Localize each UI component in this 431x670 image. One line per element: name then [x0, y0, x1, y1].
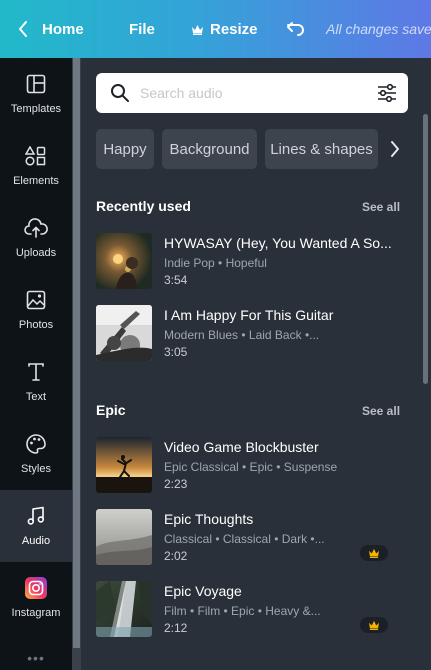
search-box: [96, 73, 408, 113]
templates-icon: [26, 73, 46, 95]
sidebar-item-styles[interactable]: Styles: [0, 418, 72, 490]
resize-button[interactable]: Resize: [191, 0, 258, 58]
see-all-recently-used[interactable]: See all: [362, 200, 400, 214]
track-meta: Modern Blues • Laid Back •...: [164, 328, 320, 342]
top-bar: Home File Resize All changes saved: [0, 0, 431, 58]
undo-button[interactable]: [286, 0, 306, 58]
sidebar-item-templates[interactable]: Templates: [0, 58, 72, 130]
sidebar-item-photos[interactable]: Photos: [0, 274, 72, 346]
track-title: Epic Thoughts: [164, 511, 254, 527]
see-all-epic[interactable]: See all: [362, 404, 400, 418]
elements-icon: [25, 145, 47, 167]
category-chips: Happy Background Lines & shapes: [96, 129, 414, 169]
track-thumbnail: [96, 437, 152, 493]
track-title: Video Game Blockbuster: [164, 439, 319, 455]
track-thumbnail: [96, 581, 152, 637]
music-note-icon: [26, 505, 46, 527]
track-title: I Am Happy For This Guitar: [164, 307, 334, 323]
home-label: Home: [42, 20, 84, 38]
track-meta: Indie Pop • Hopeful: [164, 256, 267, 270]
section-title-recently-used: Recently used: [96, 198, 191, 214]
panel-scrollbar-thumb[interactable]: [73, 58, 80, 648]
track-meta: Classical • Classical • Dark •...: [164, 532, 325, 546]
sidebar-item-text[interactable]: Text: [0, 346, 72, 418]
sidebar-item-instagram[interactable]: Instagram: [0, 562, 72, 634]
track-thumbnail: [96, 305, 152, 361]
sidebar-item-label: Styles: [21, 463, 51, 475]
track-meta: Film • Film • Epic • Heavy &...: [164, 604, 321, 618]
file-menu-button[interactable]: File: [129, 0, 155, 58]
sidebar-item-elements[interactable]: Elements: [0, 130, 72, 202]
track-thumbnail: [96, 509, 152, 565]
sidebar-item-label: Elements: [13, 175, 59, 187]
track-title: Epic Voyage: [164, 583, 242, 599]
chip-lines-shapes[interactable]: Lines & shapes: [265, 129, 378, 169]
more-dots[interactable]: •••: [0, 650, 72, 666]
home-button[interactable]: Home: [18, 0, 84, 58]
chip-background[interactable]: Background: [162, 129, 257, 169]
premium-crown-badge: [360, 617, 388, 633]
chip-happy[interactable]: Happy: [96, 129, 154, 169]
track-duration: 3:54: [164, 273, 188, 287]
track-duration: 2:12: [164, 621, 188, 635]
chevron-left-icon: [19, 21, 27, 37]
sidebar-item-uploads[interactable]: Uploads: [0, 202, 72, 274]
crown-icon: [369, 548, 379, 558]
chevron-right-icon: [391, 141, 399, 157]
save-status: All changes saved: [326, 21, 431, 37]
file-label: File: [129, 20, 155, 38]
photo-icon: [26, 289, 46, 311]
search-icon: [111, 84, 129, 102]
search-input[interactable]: [140, 83, 360, 103]
premium-crown-badge: [360, 545, 388, 561]
upload-cloud-icon: [24, 217, 48, 239]
crown-icon: [192, 24, 203, 35]
sidebar-item-label: Audio: [21, 535, 51, 547]
sidebar-item-label: Templates: [10, 103, 62, 115]
resize-label: Resize: [210, 20, 258, 38]
sidebar-item-label: Text: [25, 391, 47, 403]
track-duration: 2:23: [164, 477, 188, 491]
track-row[interactable]: I Am Happy For This Guitar Modern Blues …: [96, 305, 406, 361]
track-row[interactable]: Epic Voyage Film • Film • Epic • Heavy &…: [96, 581, 406, 637]
crown-icon: [369, 620, 379, 630]
track-duration: 3:05: [164, 345, 188, 359]
sidebar-item-label: Instagram: [11, 607, 61, 619]
track-duration: 2:02: [164, 549, 188, 563]
content-scrollbar-thumb[interactable]: [423, 114, 428, 384]
track-row[interactable]: Epic Thoughts Classical • Classical • Da…: [96, 509, 406, 565]
palette-icon: [25, 433, 47, 455]
track-row[interactable]: Video Game Blockbuster Epic Classical • …: [96, 437, 406, 493]
undo-icon: [287, 22, 304, 36]
chips-next-button[interactable]: [380, 129, 410, 169]
section-title-epic: Epic: [96, 402, 126, 418]
instagram-icon: [25, 577, 47, 599]
sidebar: Templates Elements Uploads Photos Text S…: [0, 58, 72, 670]
track-row[interactable]: HYWASAY (Hey, You Wanted A So... Indie P…: [96, 233, 406, 289]
sidebar-item-label: Photos: [18, 319, 54, 331]
track-meta: Epic Classical • Epic • Suspense: [164, 460, 338, 474]
track-title: HYWASAY (Hey, You Wanted A So...: [164, 235, 392, 251]
track-thumbnail: [96, 233, 152, 289]
text-icon: [26, 361, 46, 383]
filter-sliders-icon[interactable]: [377, 83, 397, 103]
sidebar-item-label: Uploads: [15, 247, 57, 259]
sidebar-item-audio[interactable]: Audio: [0, 490, 72, 562]
